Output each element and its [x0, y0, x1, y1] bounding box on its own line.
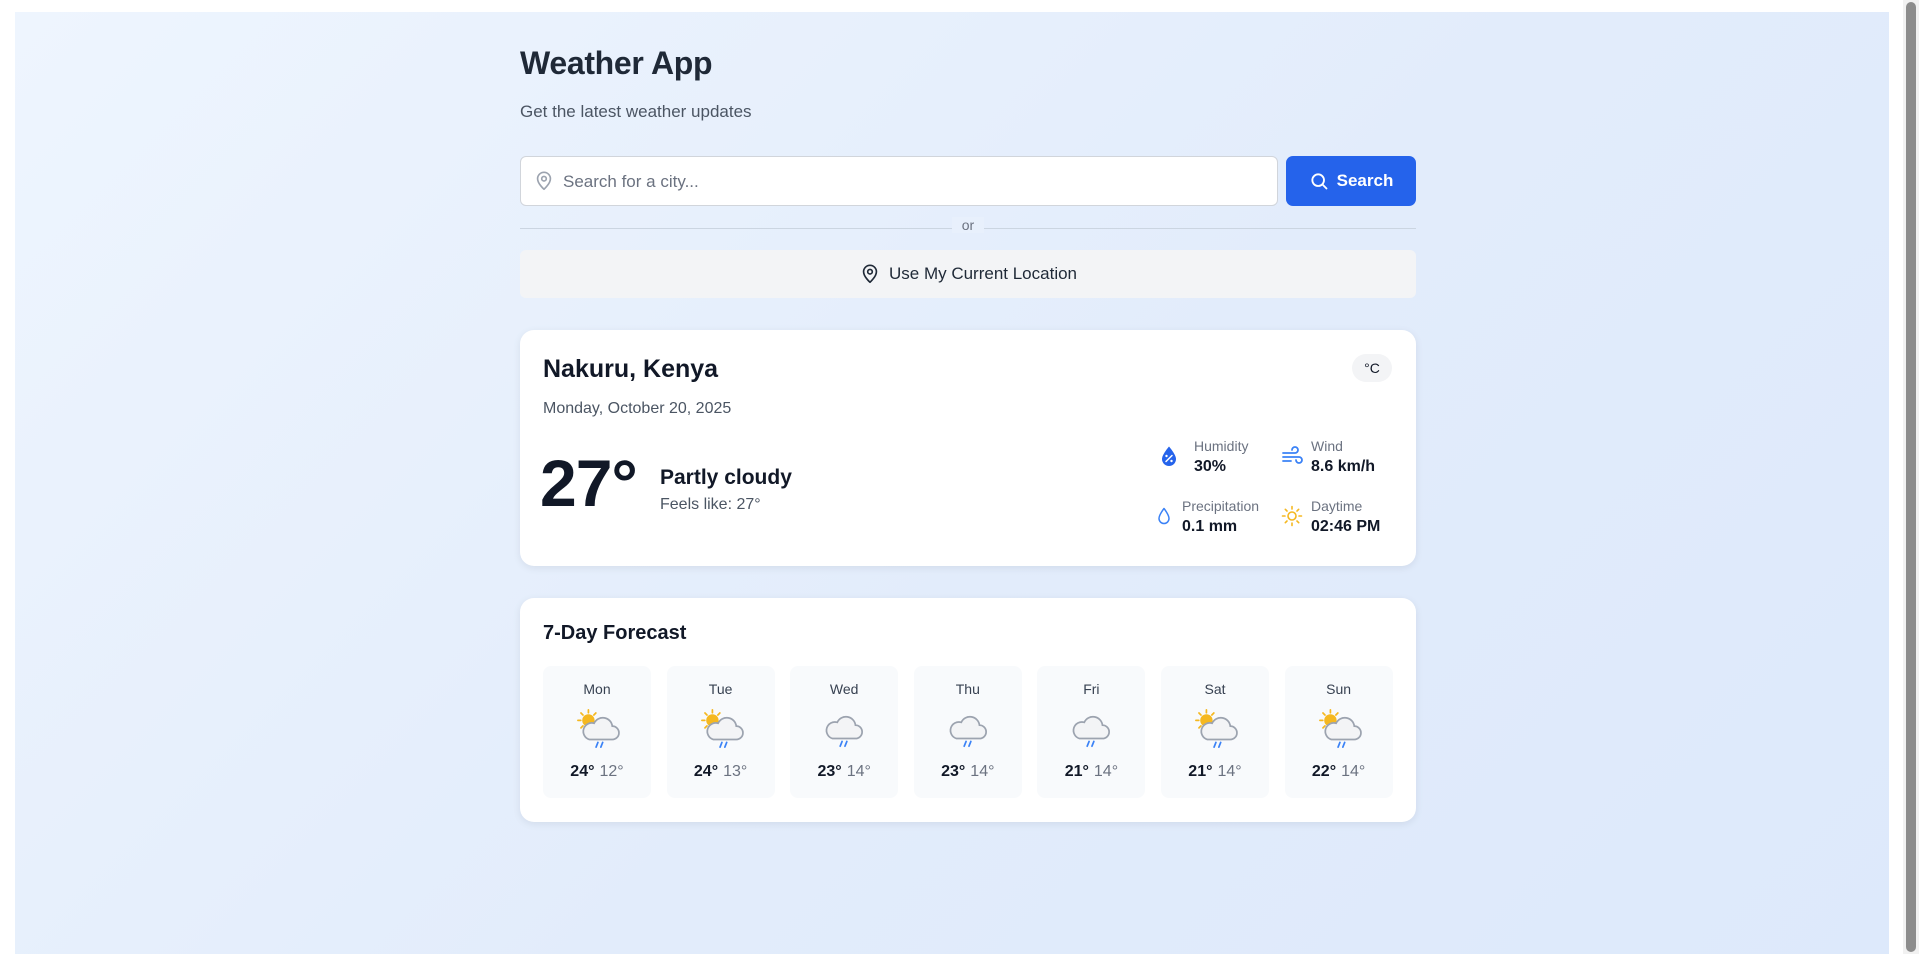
forecast-high: 23°	[817, 763, 842, 780]
current-weather-card: Nakuru, Kenya °C Monday, October 20, 202…	[520, 330, 1416, 566]
precipitation-value: 0.1 mm	[1182, 518, 1238, 535]
forecast-low: 14°	[846, 763, 871, 780]
search-box[interactable]	[520, 156, 1278, 207]
forecast-day: Thu 23° 14°	[913, 666, 1022, 798]
cloud-rain-icon	[949, 715, 987, 748]
use-current-location-button[interactable]: Use My Current Location	[520, 250, 1416, 298]
app-viewport: Weather App Get the latest weather updat…	[15, 12, 1889, 954]
scrollbar[interactable]	[1903, 0, 1919, 954]
humidity-icon	[1162, 446, 1176, 466]
humidity-value: 30%	[1194, 458, 1227, 475]
forecast-temps: 21° 14°	[1037, 763, 1145, 781]
location-pin-icon	[862, 264, 878, 284]
location-pin-icon	[536, 171, 552, 191]
forecast-day: Fri 21° 14°	[1037, 666, 1146, 798]
partly-cloudy-rain-icon	[1318, 709, 1362, 748]
forecast-low: 14°	[1217, 763, 1242, 780]
forecast-day-name: Fri	[1083, 681, 1100, 697]
forecast-temps: 23° 14°	[790, 763, 898, 781]
current-date: Monday, October 20, 2025	[543, 400, 732, 417]
forecast-high: 21°	[1188, 763, 1213, 780]
city-name: Nakuru, Kenya	[543, 355, 719, 383]
daytime-label: Daytime	[1311, 498, 1363, 514]
forecast-title: 7-Day Forecast	[543, 622, 687, 644]
wind-label: Wind	[1311, 438, 1343, 454]
search-button[interactable]: Search	[1286, 156, 1416, 206]
forecast-day: Wed 23° 14°	[790, 666, 899, 798]
forecast-low: 12°	[599, 763, 624, 780]
divider-or-label: or	[952, 217, 984, 233]
forecast-day-name: Sat	[1204, 681, 1226, 697]
cloud-rain-icon	[825, 715, 864, 748]
forecast-temps: 24° 13°	[667, 763, 775, 781]
page-title: Weather App	[520, 45, 713, 81]
forecast-temps: 23° 14°	[914, 763, 1022, 781]
forecast-day: Sat 21° 14°	[1161, 666, 1269, 798]
feels-like-value: 27°	[736, 496, 761, 513]
wind-value: 8.6 km/h	[1311, 458, 1376, 475]
forecast-days: Mon 24° 12° Tue 24° 13° Wed 23° 14° Thu …	[543, 666, 1393, 798]
search-row: Search	[520, 156, 1416, 207]
forecast-temps: 22° 14°	[1285, 763, 1393, 781]
forecast-day-name: Mon	[583, 681, 611, 697]
forecast-low: 14°	[1341, 763, 1366, 780]
forecast-day: Tue 24° 13°	[666, 666, 775, 798]
forecast-low: 13°	[723, 763, 748, 780]
forecast-card: 7-Day Forecast Mon 24° 12° Tue 24° 13° W…	[520, 598, 1416, 822]
weather-condition: Partly cloudy	[660, 466, 792, 489]
partly-cloudy-rain-icon	[700, 709, 744, 748]
forecast-high: 24°	[570, 763, 595, 780]
search-icon	[1311, 173, 1328, 190]
forecast-day-name: Sun	[1326, 681, 1352, 697]
search-button-label: Search	[1336, 171, 1394, 190]
sun-icon	[1281, 505, 1303, 527]
forecast-day-name: Tue	[708, 681, 733, 697]
scrollbar-thumb[interactable]	[1906, 2, 1916, 952]
daytime-value: 02:46 PM	[1311, 518, 1381, 535]
raindrop-icon	[1158, 507, 1170, 525]
feels-like: Feels like: 27°	[660, 496, 761, 514]
current-temperature: 27°	[540, 446, 638, 520]
wind-icon	[1282, 446, 1303, 464]
forecast-high: 22°	[1311, 763, 1337, 780]
forecast-low: 14°	[1093, 763, 1119, 780]
forecast-high: 21°	[1064, 763, 1089, 780]
precipitation-label: Precipitation	[1182, 498, 1260, 514]
forecast-day-name: Wed	[829, 681, 859, 697]
partly-cloudy-rain-icon	[1195, 709, 1238, 748]
search-input[interactable]	[561, 157, 1265, 207]
unit-toggle-button[interactable]: °C	[1352, 354, 1392, 382]
page-subtitle: Get the latest weather updates	[520, 102, 752, 121]
partly-cloudy-rain-icon	[577, 709, 620, 748]
cloud-rain-icon	[1073, 715, 1111, 748]
feels-like-label: Feels like:	[660, 496, 733, 513]
forecast-low: 14°	[970, 763, 995, 780]
forecast-temps: 24° 12°	[543, 763, 651, 781]
forecast-day-name: Thu	[955, 681, 980, 697]
forecast-temps: 21° 14°	[1161, 763, 1269, 781]
forecast-day: Sun 22° 14°	[1284, 666, 1393, 798]
forecast-day: Mon 24° 12°	[543, 666, 651, 798]
forecast-high: 23°	[941, 763, 966, 780]
forecast-high: 24°	[693, 763, 719, 780]
use-current-location-label: Use My Current Location	[888, 264, 1078, 283]
humidity-label: Humidity	[1194, 438, 1249, 454]
